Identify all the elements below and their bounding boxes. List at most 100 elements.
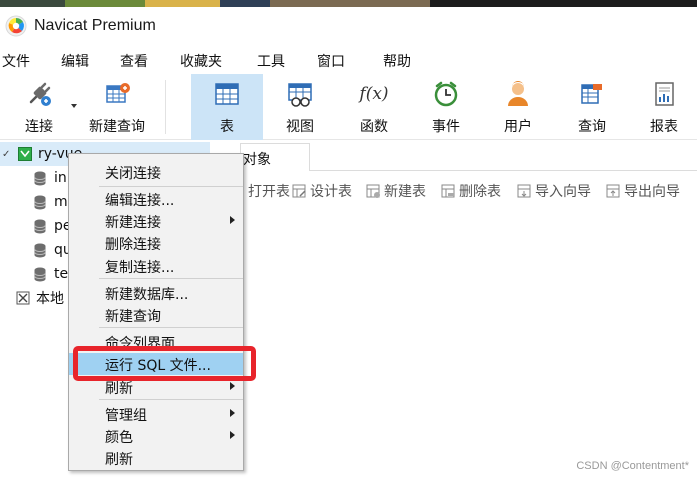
design-table-label: 设计表 <box>310 184 352 200</box>
report-icon <box>650 80 678 108</box>
export-wizard-icon <box>606 184 620 198</box>
tree-database[interactable]: pe <box>34 214 72 238</box>
delete-table-label: 删除表 <box>459 184 501 200</box>
delete-table-button[interactable]: 删除表 <box>441 181 501 201</box>
function-label: 函数 <box>360 119 388 135</box>
main-toolbar: 连接 新建查询 表 视图 f(x) 函数 事件 用户 查询 报表 <box>0 74 697 140</box>
thumbnail <box>145 0 220 7</box>
menu-edit[interactable]: 编辑 <box>61 51 89 71</box>
function-icon: f(x) <box>359 84 389 104</box>
group-icon <box>16 291 30 305</box>
tree-database[interactable]: m <box>34 190 68 214</box>
menu-item-label: 新建连接 <box>105 215 161 231</box>
tree-database[interactable]: in <box>34 166 67 190</box>
thumbnail <box>0 0 65 7</box>
database-icon <box>34 171 46 186</box>
navicat-logo-icon <box>4 14 28 38</box>
menu-new-query[interactable]: 新建查询 <box>69 304 243 326</box>
title-bar: Navicat Premium <box>0 7 697 44</box>
report-label: 报表 <box>650 119 678 135</box>
table-button[interactable]: 表 <box>191 74 263 140</box>
event-button[interactable]: 事件 <box>414 74 478 140</box>
import-wizard-icon <box>517 184 531 198</box>
chevron-down-icon[interactable] <box>71 104 77 108</box>
menu-view[interactable]: 查看 <box>120 51 148 71</box>
design-table-button[interactable]: 设计表 <box>292 181 352 201</box>
menu-separator <box>99 278 243 279</box>
query-button[interactable]: 查询 <box>560 74 624 140</box>
report-button[interactable]: 报表 <box>632 74 696 140</box>
table-icon <box>213 80 241 108</box>
export-wizard-button[interactable]: 导出向导 <box>606 181 680 201</box>
menu-refresh[interactable]: 刷新 <box>69 447 243 469</box>
design-table-icon <box>292 184 306 198</box>
chevron-right-icon <box>230 431 235 439</box>
menu-tools[interactable]: 工具 <box>257 51 285 71</box>
export-wizard-label: 导出向导 <box>624 184 680 200</box>
open-table-label: 打开表 <box>248 184 290 200</box>
chevron-right-icon <box>230 409 235 417</box>
menu-manage-group[interactable]: 管理组 <box>69 403 243 425</box>
menu-close-connection[interactable]: 关闭连接 <box>69 161 243 183</box>
menu-favorites[interactable]: 收藏夹 <box>180 51 222 71</box>
event-label: 事件 <box>432 119 460 135</box>
thumbnail <box>430 0 697 7</box>
menu-file[interactable]: 文件 <box>2 51 30 71</box>
chevron-down-icon[interactable]: ✓ <box>2 149 14 160</box>
chevron-right-icon <box>230 382 235 390</box>
function-button[interactable]: f(x) 函数 <box>340 74 408 140</box>
clock-icon <box>432 80 460 108</box>
menu-separator <box>99 399 243 400</box>
menu-window[interactable]: 窗口 <box>317 51 345 71</box>
open-table-button[interactable]: 打开表 <box>248 181 290 201</box>
connect-button[interactable]: 连接 <box>10 74 68 140</box>
user-icon <box>504 80 532 108</box>
menu-duplicate-connection[interactable]: 复制连接... <box>69 255 243 277</box>
database-icon <box>34 195 46 210</box>
view-icon <box>286 80 314 108</box>
object-toolbar: 打开表 设计表 新建表 删除表 导入向导 导出向导 <box>210 179 697 203</box>
menu-separator <box>99 186 243 187</box>
tab-bar: 对象 <box>210 141 697 171</box>
tree-group-local[interactable]: 本地 <box>16 286 64 310</box>
menu-item-label: 管理组 <box>105 408 147 424</box>
thumbnail <box>65 0 145 7</box>
annotation-highlight-box <box>73 346 256 381</box>
new-query-icon <box>103 80 131 108</box>
new-table-button[interactable]: 新建表 <box>366 181 426 201</box>
delete-table-icon <box>441 184 455 198</box>
thumbnail <box>220 0 270 7</box>
view-button[interactable]: 视图 <box>266 74 334 140</box>
database-icon <box>34 219 46 234</box>
app-title: Navicat Premium <box>34 16 156 34</box>
query-icon <box>578 80 606 108</box>
menu-help[interactable]: 帮助 <box>383 51 411 71</box>
chevron-right-icon <box>230 216 235 224</box>
user-button[interactable]: 用户 <box>486 74 550 140</box>
query-label: 查询 <box>578 119 606 135</box>
objects-panel: 对象 打开表 设计表 新建表 删除表 导入向导 导出向导 <box>210 141 697 478</box>
top-image-strip <box>0 0 697 7</box>
menu-item-label: 颜色 <box>105 430 133 446</box>
connection-context-menu: 关闭连接 编辑连接... 新建连接 删除连接 复制连接... 新建数据库... … <box>68 153 244 471</box>
tree-database[interactable]: qu <box>34 238 72 262</box>
view-label: 视图 <box>286 119 314 135</box>
plug-icon <box>25 80 53 108</box>
new-query-button[interactable]: 新建查询 <box>84 74 150 140</box>
database-name: te <box>54 266 69 282</box>
tree-database[interactable]: te <box>34 262 68 286</box>
menu-edit-connection[interactable]: 编辑连接... <box>69 188 243 210</box>
menu-delete-connection[interactable]: 删除连接 <box>69 232 243 254</box>
import-wizard-label: 导入向导 <box>535 184 591 200</box>
group-name: 本地 <box>36 291 64 307</box>
database-name: m <box>54 194 68 210</box>
menu-new-connection[interactable]: 新建连接 <box>69 210 243 232</box>
import-wizard-button[interactable]: 导入向导 <box>517 181 591 201</box>
new-query-label: 新建查询 <box>89 119 145 135</box>
new-table-icon <box>366 184 380 198</box>
menu-color[interactable]: 颜色 <box>69 425 243 447</box>
tab-objects[interactable]: 对象 <box>240 143 310 171</box>
menu-new-database[interactable]: 新建数据库... <box>69 282 243 304</box>
menu-bar: 文件 编辑 查看 收藏夹 工具 窗口 帮助 <box>0 44 697 74</box>
new-table-label: 新建表 <box>384 184 426 200</box>
